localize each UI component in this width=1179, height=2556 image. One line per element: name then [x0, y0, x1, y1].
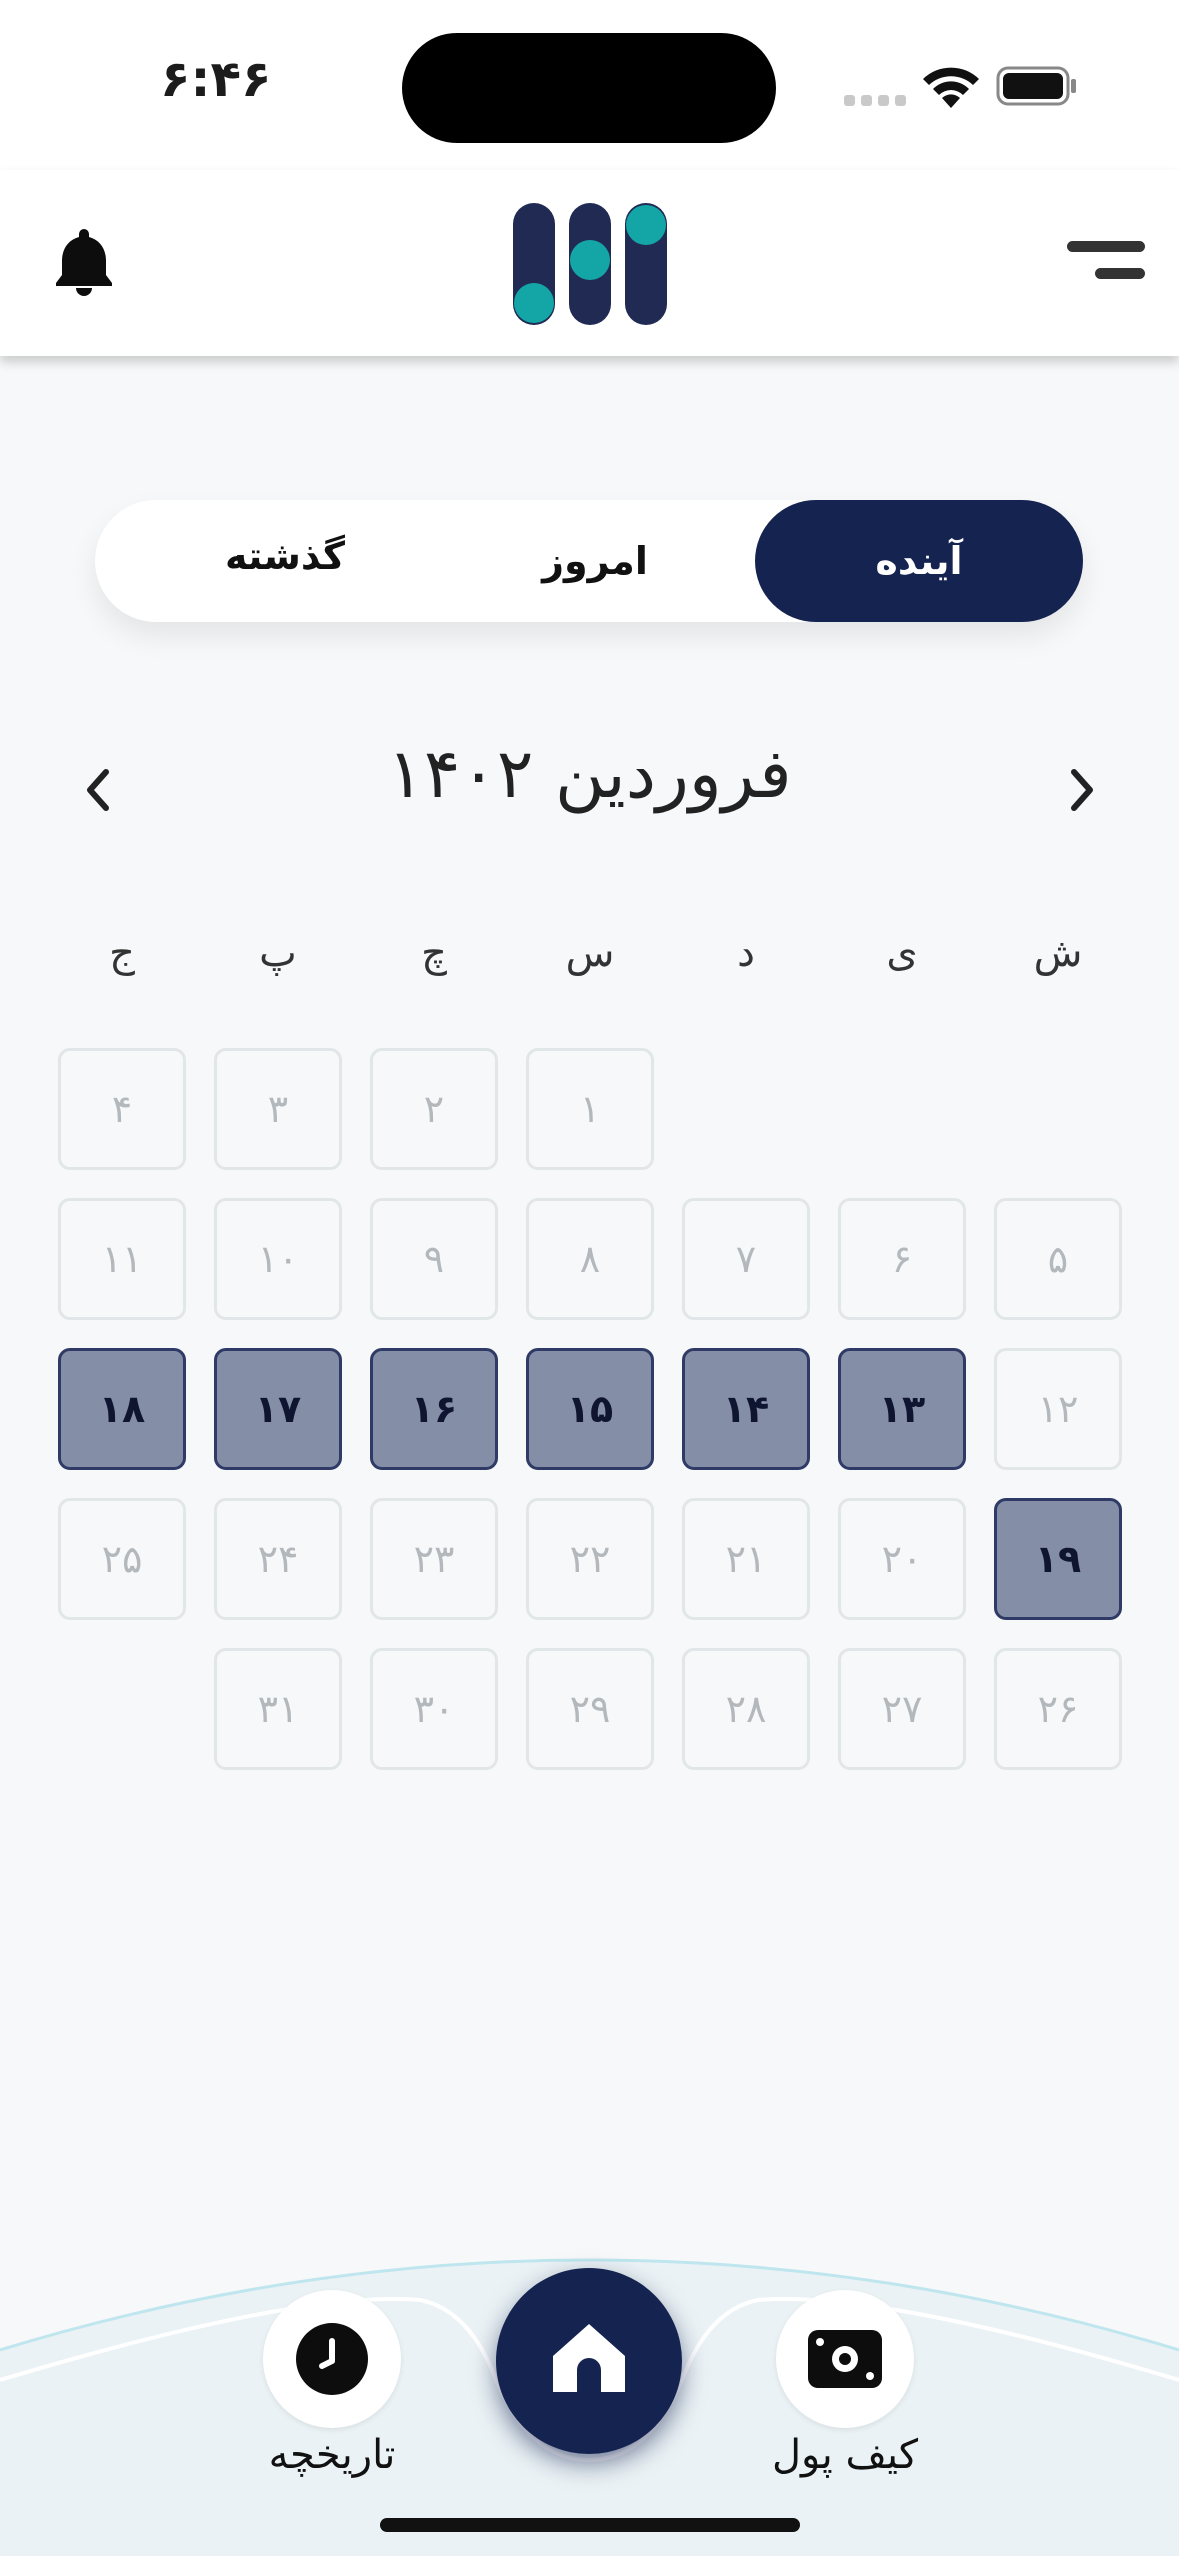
calendar-day[interactable]: ۲۹ [526, 1648, 654, 1770]
calendar-day[interactable]: ۴ [58, 1048, 186, 1170]
calendar-day[interactable]: ۱۹ [994, 1498, 1122, 1620]
calendar-day[interactable]: ۵ [994, 1198, 1122, 1320]
money-icon [808, 2330, 882, 2388]
calendar-day[interactable]: ۳۱ [214, 1648, 342, 1770]
dynamic-island [402, 33, 776, 143]
menu-icon[interactable] [1065, 235, 1145, 285]
calendar-day[interactable]: ۲۰ [838, 1498, 966, 1620]
calendar-day[interactable]: ۲۲ [526, 1498, 654, 1620]
weekday-header: س [565, 930, 615, 976]
tab-today[interactable]: امروز [445, 500, 745, 622]
weekday-header: پ [259, 930, 297, 976]
weekday-header: چ [421, 930, 447, 976]
tab-future[interactable]: آینده [755, 500, 1083, 622]
calendar-day[interactable]: ۲ [370, 1048, 498, 1170]
calendar-day[interactable]: ۹ [370, 1198, 498, 1320]
app-logo [513, 203, 667, 325]
calendar-day[interactable]: ۲۵ [58, 1498, 186, 1620]
calendar-day[interactable]: ۱۶ [370, 1348, 498, 1470]
calendar-day[interactable]: ۳ [214, 1048, 342, 1170]
calendar-day[interactable]: ۷ [682, 1198, 810, 1320]
weekday-header: ج [109, 930, 135, 976]
calendar-day[interactable]: ۱۴ [682, 1348, 810, 1470]
calendar-day[interactable]: ۱ [526, 1048, 654, 1170]
home-nav-button[interactable] [496, 2268, 682, 2454]
tab-past[interactable]: گذشته [135, 500, 435, 622]
calendar-day[interactable]: ۶ [838, 1198, 966, 1320]
calendar-day[interactable]: ۲۳ [370, 1498, 498, 1620]
wallet-nav-label[interactable]: کیف پول [735, 2432, 955, 2478]
cellular-signal-icon [844, 95, 906, 107]
wallet-nav-button[interactable] [776, 2290, 914, 2428]
status-bar: ۶:۴۶ [0, 0, 1179, 170]
battery-icon [996, 66, 1076, 106]
wifi-icon [923, 67, 979, 108]
weekday-header: د [737, 930, 755, 976]
calendar-day[interactable]: ۱۸ [58, 1348, 186, 1470]
bell-icon[interactable] [52, 225, 116, 297]
calendar-day[interactable]: ۲۴ [214, 1498, 342, 1620]
time-filter-tabs: گذشته امروز آینده [95, 500, 1083, 622]
history-nav-button[interactable] [263, 2290, 401, 2428]
weekday-header: ش [1033, 930, 1083, 976]
calendar-day[interactable]: ۱۷ [214, 1348, 342, 1470]
calendar-day[interactable]: ۲۷ [838, 1648, 966, 1770]
clock-icon [296, 2323, 368, 2395]
calendar-day[interactable]: ۲۱ [682, 1498, 810, 1620]
home-icon [553, 2324, 625, 2392]
calendar-day[interactable]: ۲۶ [994, 1648, 1122, 1770]
home-indicator [380, 2518, 800, 2532]
status-time: ۶:۴۶ [160, 50, 272, 108]
month-title: فروردین ۱۴۰۲ [387, 735, 792, 814]
prev-month-arrow-icon[interactable] [78, 760, 118, 820]
calendar-day[interactable]: ۱۲ [994, 1348, 1122, 1470]
calendar-day[interactable]: ۱۰ [214, 1198, 342, 1320]
calendar-day[interactable]: ۲۸ [682, 1648, 810, 1770]
calendar-day[interactable]: ۳۰ [370, 1648, 498, 1770]
app-header [0, 170, 1179, 356]
calendar-day[interactable]: ۸ [526, 1198, 654, 1320]
calendar-day[interactable]: ۱۱ [58, 1198, 186, 1320]
history-nav-label[interactable]: تاریخچه [222, 2432, 442, 2478]
calendar-day[interactable]: ۱۳ [838, 1348, 966, 1470]
calendar-day[interactable]: ۱۵ [526, 1348, 654, 1470]
weekday-header: ی [886, 930, 918, 976]
next-month-arrow-icon[interactable] [1062, 760, 1102, 820]
